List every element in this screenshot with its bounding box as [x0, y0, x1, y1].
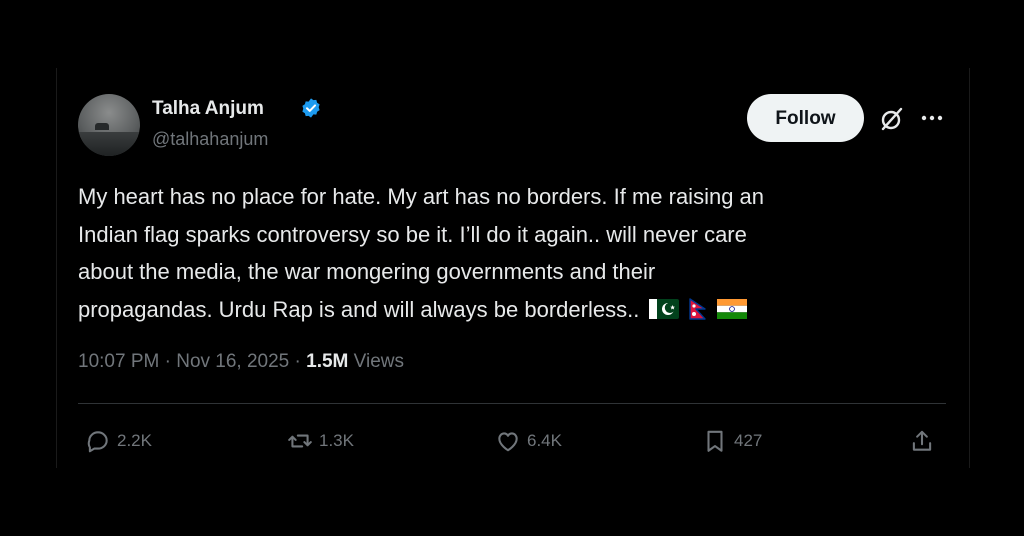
tweet-text-line: Indian flag sparks controversy so be it.… [78, 221, 747, 247]
tweet-text-line-last: propagandas. Urdu Rap is and will always… [78, 291, 938, 329]
avatar-landscape [78, 132, 140, 156]
tweet-text: My heart has no place for hate. My art h… [78, 178, 938, 328]
pakistan-flag-icon [649, 298, 680, 319]
tweet-text-line-content: propagandas. Urdu Rap is and will always… [78, 296, 640, 322]
author-handle[interactable]: @talhahanjum [152, 129, 268, 150]
grok-icon[interactable] [879, 106, 905, 132]
share-button[interactable] [909, 426, 941, 456]
tweet-date[interactable]: Nov 16, 2025 [176, 351, 289, 372]
repost-icon [288, 434, 312, 448]
author-name[interactable]: Talha Anjum [152, 98, 264, 120]
like-button[interactable]: 6.4K [495, 426, 562, 456]
tweet-meta: 10:07 PM · Nov 16, 2025 · 1.5M Views [78, 351, 404, 373]
avatar-figure [95, 123, 109, 130]
share-icon [912, 430, 932, 451]
tweet-card: Talha Anjum @talhahanjum Follow My heart… [56, 68, 970, 468]
tweet-text-line: about the media, the war mongering gover… [78, 259, 656, 284]
repost-button[interactable]: 1.3K [287, 426, 354, 456]
nepal-flag-icon [689, 297, 707, 320]
meta-separator: · [164, 351, 171, 372]
repost-count: 1.3K [319, 431, 354, 450]
divider [78, 403, 946, 404]
reply-icon [87, 431, 108, 453]
tweet-time[interactable]: 10:07 PM [78, 351, 159, 372]
follow-button[interactable]: Follow [747, 94, 864, 142]
meta-separator: · [294, 351, 301, 372]
bookmark-button[interactable]: 427 [702, 426, 762, 456]
like-count: 6.4K [527, 431, 562, 450]
tweet-text-line: My heart has no place for hate. My art h… [78, 184, 765, 209]
more-icon[interactable] [919, 108, 945, 128]
avatar[interactable] [78, 94, 140, 156]
verified-badge-icon [302, 98, 320, 118]
bookmark-icon [707, 430, 723, 452]
reply-button[interactable]: 2.2K [85, 426, 152, 456]
views-count: 1.5M [306, 351, 349, 372]
bookmark-count: 427 [734, 431, 763, 450]
reply-count: 2.2K [117, 431, 152, 450]
views-label: Views [353, 351, 405, 372]
india-flag-icon [717, 298, 748, 319]
like-icon [498, 432, 518, 452]
